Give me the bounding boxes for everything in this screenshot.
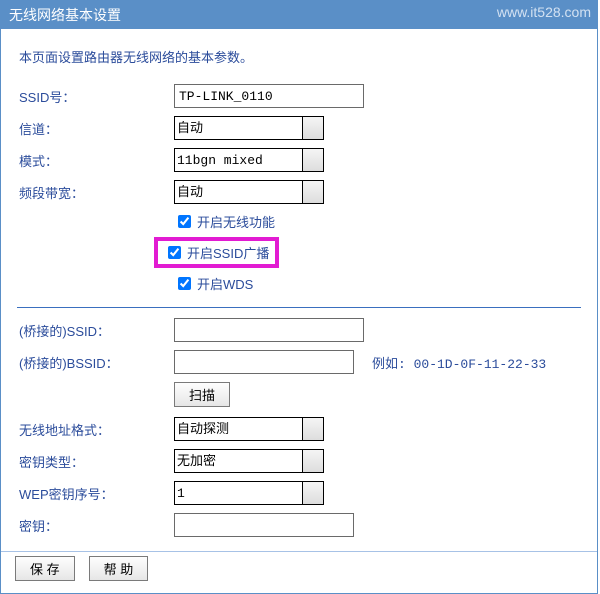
ssid-input[interactable] — [174, 84, 364, 108]
bandwidth-label: 频段带宽： — [15, 183, 174, 202]
key-input[interactable] — [174, 513, 354, 537]
channel-label: 信道： — [15, 119, 174, 138]
help-button[interactable]: 帮 助 — [89, 556, 149, 581]
enable-ssid-broadcast-label: 开启SSID广播 — [187, 243, 269, 262]
scan-button[interactable]: 扫描 — [174, 382, 230, 407]
wep-index-label: WEP密钥序号： — [15, 484, 174, 503]
save-button[interactable]: 保 存 — [15, 556, 75, 581]
bssid-example: 例如: 00-1D-0F-11-22-33 — [372, 353, 546, 372]
enable-wds-checkbox[interactable] — [178, 277, 191, 290]
watermark: www.it528.com — [497, 4, 591, 20]
page-description: 本页面设置路由器无线网络的基本参数。 — [19, 47, 579, 66]
ssid-label: SSID号： — [15, 87, 174, 106]
settings-window: 无线网络基本设置 www.it528.com 本页面设置路由器无线网络的基本参数… — [0, 0, 598, 594]
bridge-ssid-label: (桥接的)SSID： — [15, 321, 174, 340]
enable-wireless-label: 开启无线功能 — [197, 212, 275, 231]
addr-format-label: 无线地址格式： — [15, 420, 174, 439]
addr-format-select[interactable]: 自动探测 — [174, 417, 324, 441]
channel-select[interactable]: 自动 — [174, 116, 324, 140]
bridge-bssid-label: (桥接的)BSSID： — [15, 353, 174, 372]
mode-label: 模式： — [15, 151, 174, 170]
enable-wds-label: 开启WDS — [197, 274, 253, 293]
key-label: 密钥： — [15, 516, 174, 535]
bridge-bssid-input[interactable] — [174, 350, 354, 374]
ssid-broadcast-highlight: 开启SSID广播 — [154, 237, 279, 268]
mode-select[interactable]: 11bgn mixed — [174, 148, 324, 172]
bridge-ssid-input[interactable] — [174, 318, 364, 342]
enable-ssid-broadcast-checkbox[interactable] — [168, 246, 181, 259]
wep-index-select[interactable]: 1 — [174, 481, 324, 505]
title-bar: 无线网络基本设置 www.it528.com — [1, 1, 597, 29]
enable-wireless-checkbox[interactable] — [178, 215, 191, 228]
content-area: 本页面设置路由器无线网络的基本参数。 SSID号： 信道： 自动 模式： 11b… — [1, 29, 597, 551]
key-type-label: 密钥类型： — [15, 452, 174, 471]
footer-bar: 保 存 帮 助 — [1, 551, 597, 593]
key-type-select[interactable]: 无加密 — [174, 449, 324, 473]
divider — [17, 307, 581, 308]
bandwidth-select[interactable]: 自动 — [174, 180, 324, 204]
window-title: 无线网络基本设置 — [9, 7, 121, 23]
